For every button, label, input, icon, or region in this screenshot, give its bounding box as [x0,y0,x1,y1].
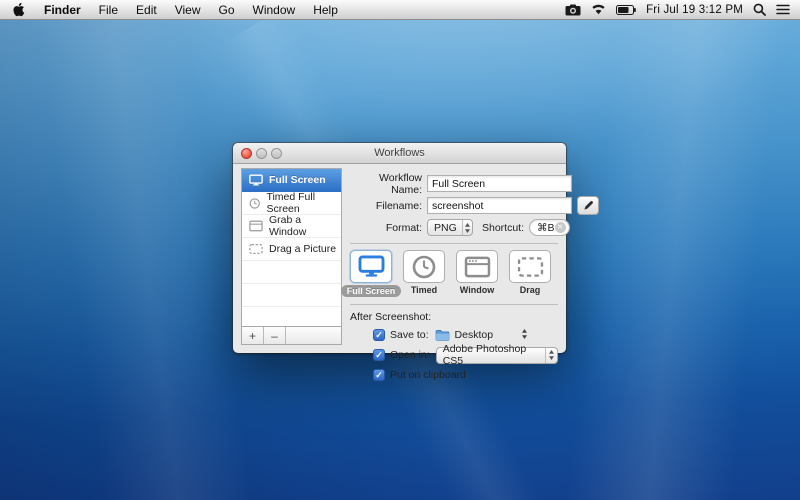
window-title: Workflows [374,147,425,159]
display-icon [358,255,385,278]
separator [350,304,558,305]
popup-arrows-icon [462,220,472,235]
display-icon [249,174,263,186]
notification-list-icon[interactable] [776,0,790,19]
save-to-popup[interactable]: Desktop [435,329,558,342]
workflow-item-label: Grab a Window [269,214,341,238]
workflow-name-input[interactable] [427,175,572,192]
mode-drag[interactable]: Drag [509,250,551,297]
title-bar[interactable]: Workflows [233,143,566,164]
pen-icon [583,200,594,211]
popup-arrows-icon [545,348,557,363]
dashed-selection-icon [249,243,263,255]
popup-arrows-icon [521,329,528,342]
workflow-item-full-screen[interactable]: Full Screen [242,169,341,192]
workflow-name-row: Workflow Name: [350,175,558,192]
workflow-item-timed-full-screen[interactable]: Timed Full Screen [242,192,341,215]
clock-icon [412,255,436,279]
empty-row [242,284,341,307]
workflows-window: Workflows Full Screen Timed Full Screen [233,143,566,353]
mode-window-button[interactable] [456,250,498,283]
mode-timed-button[interactable] [403,250,445,283]
clock-icon [249,197,260,210]
format-popup[interactable]: PNG [427,219,473,236]
clipboard-row: ✓ Put on clipboard [373,367,558,383]
shortcut-label: Shortcut: [482,222,524,234]
mode-label: Drag [520,285,541,295]
dashed-selection-icon [517,256,544,278]
window-icon [464,256,491,278]
save-to-label: Save to: [390,329,429,341]
filename-token-button[interactable] [577,196,599,215]
save-to-checkbox[interactable]: ✓ [373,329,385,341]
mode-full-screen[interactable]: Full Screen [350,250,392,297]
zoom-button[interactable] [271,148,282,159]
clipboard-checkbox[interactable]: ✓ [373,369,385,381]
mode-drag-button[interactable] [509,250,551,283]
empty-row [242,307,341,326]
filename-input[interactable] [427,197,572,214]
add-workflow-button[interactable]: + [242,327,264,344]
filename-row: Filename: [350,197,558,214]
save-to-row: ✓ Save to: Desktop [373,327,558,343]
separator [350,243,558,244]
mode-full-screen-button[interactable] [350,250,392,283]
format-shortcut-row: Format: PNG Shortcut: ⌘B ✕ [350,219,558,236]
workflow-item-grab-a-window[interactable]: Grab a Window [242,215,341,238]
format-value: PNG [434,222,462,234]
remove-workflow-button[interactable]: – [264,327,286,344]
save-to-value: Desktop [455,329,494,341]
mode-window[interactable]: Window [456,250,498,297]
apple-menu[interactable] [0,0,35,19]
menu-item-edit[interactable]: Edit [127,0,166,19]
camera-icon[interactable] [565,0,581,19]
mode-label: Window [460,285,494,295]
after-screenshot-heading: After Screenshot: [350,311,558,323]
open-in-row: ✓ Open in: Adobe Photoshop CS5 [373,347,558,363]
menu-item-help[interactable]: Help [304,0,347,19]
menu-item-window[interactable]: Window [244,0,305,19]
open-in-label: Open in: [390,349,430,361]
mode-timed[interactable]: Timed [403,250,445,297]
folder-icon [435,329,450,341]
minimize-button[interactable] [256,148,267,159]
list-toolbar: + – [242,326,341,344]
desktop: Finder File Edit View Go Window Help Fri… [0,0,800,500]
close-button[interactable] [241,148,252,159]
workflow-detail-panel: Workflow Name: Filename: Format: PNG [350,168,558,345]
battery-icon[interactable] [616,0,636,19]
menu-bar: Finder File Edit View Go Window Help Fri… [0,0,800,20]
workflow-item-label: Full Screen [269,174,326,186]
open-in-popup[interactable]: Adobe Photoshop CS5 [436,347,558,364]
workflow-item-drag-a-picture[interactable]: Drag a Picture [242,238,341,261]
workflow-list: Full Screen Timed Full Screen Grab a Win… [241,168,342,345]
mode-label: Timed [411,285,437,295]
workflow-item-label: Timed Full Screen [266,191,341,215]
capture-mode-selector: Full Screen Timed Window [350,250,558,297]
menu-item-go[interactable]: Go [210,0,244,19]
menu-item-finder[interactable]: Finder [35,0,90,19]
filename-label: Filename: [350,200,427,212]
empty-row [242,261,341,284]
clear-shortcut-button[interactable]: ✕ [555,222,566,233]
shortcut-value: ⌘B [537,222,555,234]
wifi-icon[interactable] [591,0,606,19]
clipboard-label: Put on clipboard [390,369,466,381]
apple-icon [12,2,25,17]
menu-item-view[interactable]: View [166,0,210,19]
spotlight-icon[interactable] [753,0,766,19]
open-in-value: Adobe Photoshop CS5 [443,343,545,367]
format-label: Format: [350,222,427,234]
workflow-item-label: Drag a Picture [269,243,336,255]
mode-label: Full Screen [341,285,402,297]
shortcut-field[interactable]: ⌘B ✕ [529,219,570,236]
menu-clock[interactable]: Fri Jul 19 3:12 PM [646,4,743,16]
menu-item-file[interactable]: File [90,0,127,19]
window-icon [249,220,263,232]
workflow-name-label: Workflow Name: [350,172,427,196]
open-in-checkbox[interactable]: ✓ [373,349,385,361]
